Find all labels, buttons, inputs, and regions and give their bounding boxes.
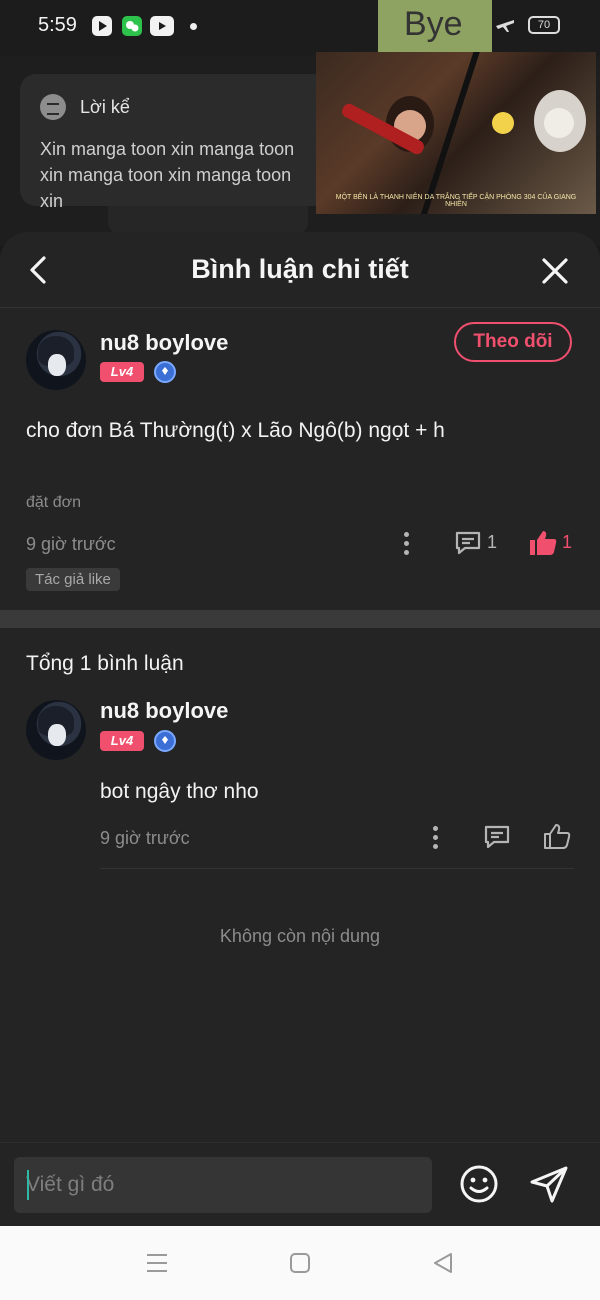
text-caret bbox=[27, 1170, 29, 1200]
emoji-button[interactable] bbox=[458, 1163, 500, 1205]
more-options-icon[interactable] bbox=[404, 532, 410, 556]
reply-time: 9 giờ trước bbox=[100, 828, 190, 848]
comment-input[interactable] bbox=[14, 1157, 432, 1213]
vip-gem-icon bbox=[154, 730, 176, 752]
story-tag: Lời kể bbox=[40, 94, 130, 120]
bye-sticker: Bye bbox=[378, 0, 492, 52]
username[interactable]: nu8 boylove bbox=[100, 330, 228, 356]
comment-tag[interactable]: đặt đơn bbox=[26, 494, 81, 512]
story-card[interactable]: Lời kể Xin manga toon xin manga toon xin… bbox=[20, 74, 340, 211]
status-time: 5:59 bbox=[38, 14, 77, 36]
play-store-icon bbox=[92, 16, 112, 36]
follow-button[interactable]: Theo dõi bbox=[454, 322, 572, 362]
end-of-list-label: Không còn nội dung bbox=[219, 926, 381, 946]
section-divider bbox=[0, 610, 600, 628]
total-comments-label: Tổng 1 bình luận bbox=[26, 652, 184, 675]
send-icon bbox=[530, 1166, 568, 1203]
main-comment: nu8 boylove Lv4 Theo dõi cho đơn Bá Thườ… bbox=[0, 308, 600, 612]
author-liked-badge: Tác giả like bbox=[26, 568, 120, 591]
comment-input-bar bbox=[0, 1142, 600, 1226]
character-face-2 bbox=[544, 108, 574, 138]
back-nav-button[interactable] bbox=[430, 1250, 460, 1276]
story-text: Xin manga toon xin manga toon xin manga … bbox=[40, 139, 295, 211]
reply-count: 1 bbox=[487, 532, 498, 552]
avatar-face bbox=[48, 354, 66, 376]
more-options-icon[interactable] bbox=[433, 826, 439, 850]
message-icon bbox=[40, 94, 66, 120]
status-bar: 5:59 70 bbox=[0, 0, 600, 56]
avatar[interactable] bbox=[26, 330, 86, 390]
close-icon bbox=[542, 258, 568, 284]
airplane-icon bbox=[496, 20, 514, 32]
level-badge: Lv4 bbox=[100, 731, 144, 751]
wechat-icon bbox=[122, 16, 142, 36]
recent-apps-button[interactable] bbox=[144, 1250, 174, 1276]
page-title: Bình luận chi tiết bbox=[191, 254, 409, 284]
reply-text: bot ngây thơ nho bbox=[100, 780, 259, 803]
smile-icon bbox=[460, 1165, 498, 1203]
comment-detail-sheet: Bình luận chi tiết nu8 boylove Lv4 Theo … bbox=[0, 232, 600, 1142]
avatar[interactable] bbox=[26, 700, 86, 760]
menu-icon bbox=[147, 1254, 167, 1272]
close-button[interactable] bbox=[540, 256, 570, 286]
youtube-icon bbox=[150, 16, 174, 36]
system-nav-bar bbox=[0, 1226, 600, 1300]
reply-icon[interactable] bbox=[483, 823, 511, 851]
like-count: 1 bbox=[562, 532, 573, 552]
send-button[interactable] bbox=[528, 1163, 570, 1205]
avatar-face bbox=[48, 724, 66, 746]
comment-text: cho đơn Bá Thường(t) x Lão Ngô(b) ngọt +… bbox=[26, 419, 445, 442]
spark-shape bbox=[492, 112, 514, 134]
level-badge: Lv4 bbox=[100, 362, 144, 382]
reply-username[interactable]: nu8 boylove bbox=[100, 698, 228, 724]
reply-divider bbox=[100, 868, 574, 869]
thumbs-up-filled-icon[interactable] bbox=[528, 528, 558, 558]
sheet-header: Bình luận chi tiết bbox=[0, 232, 600, 308]
battery-level: 70 bbox=[537, 19, 551, 31]
thumbs-up-outline-icon[interactable] bbox=[542, 821, 572, 851]
square-icon bbox=[290, 1253, 310, 1273]
comment-time: 9 giờ trước bbox=[26, 534, 116, 554]
home-button[interactable] bbox=[287, 1250, 317, 1276]
notification-dot-icon bbox=[190, 23, 197, 30]
vip-gem-icon bbox=[154, 361, 176, 383]
triangle-back-icon bbox=[434, 1253, 452, 1273]
battery-icon: 70 bbox=[528, 16, 560, 34]
reply-icon[interactable] bbox=[454, 529, 482, 557]
story-tag-label: Lời kể bbox=[80, 96, 130, 117]
floating-video-player[interactable]: MỘT BÊN LÀ THANH NIÊN DA TRẮNG TIẾP CẬN … bbox=[316, 52, 596, 214]
video-caption: MỘT BÊN LÀ THANH NIÊN DA TRẮNG TIẾP CẬN … bbox=[335, 194, 577, 208]
